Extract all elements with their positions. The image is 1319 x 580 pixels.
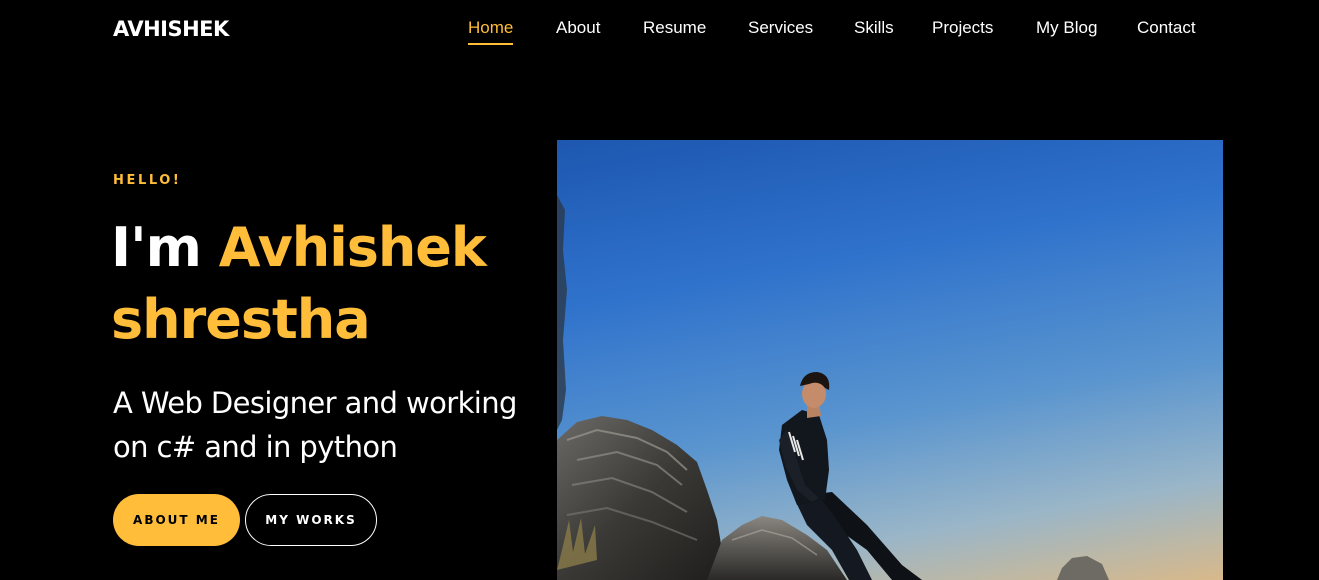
hero-subtitle: A Web Designer and working on c# and in … [113, 386, 517, 464]
nav-item-my-blog[interactable]: My Blog [1036, 15, 1097, 41]
my-works-button[interactable]: MY WORKS [245, 494, 377, 546]
nav-item-services[interactable]: Services [748, 15, 813, 41]
nav-item-skills[interactable]: Skills [854, 15, 894, 41]
about-me-button[interactable]: ABOUT ME [113, 494, 240, 546]
nav-item-contact[interactable]: Contact [1137, 15, 1196, 41]
hero-photo [557, 140, 1223, 580]
hero-greeting: HELLO! [113, 173, 182, 188]
hero-intro: I'm [111, 216, 219, 279]
page: AVHISHEK Home About Resume Services Skil… [0, 0, 1319, 580]
nav-item-about[interactable]: About [556, 15, 600, 41]
nav-item-projects[interactable]: Projects [932, 15, 993, 41]
portrait-photo-icon [557, 195, 1109, 580]
main-nav: Home About Resume Services Skills Projec… [0, 15, 1319, 45]
nav-item-resume[interactable]: Resume [643, 15, 706, 41]
hero-headline: I'm Avhishek shrestha [111, 212, 551, 356]
nav-item-home[interactable]: Home [468, 15, 514, 45]
